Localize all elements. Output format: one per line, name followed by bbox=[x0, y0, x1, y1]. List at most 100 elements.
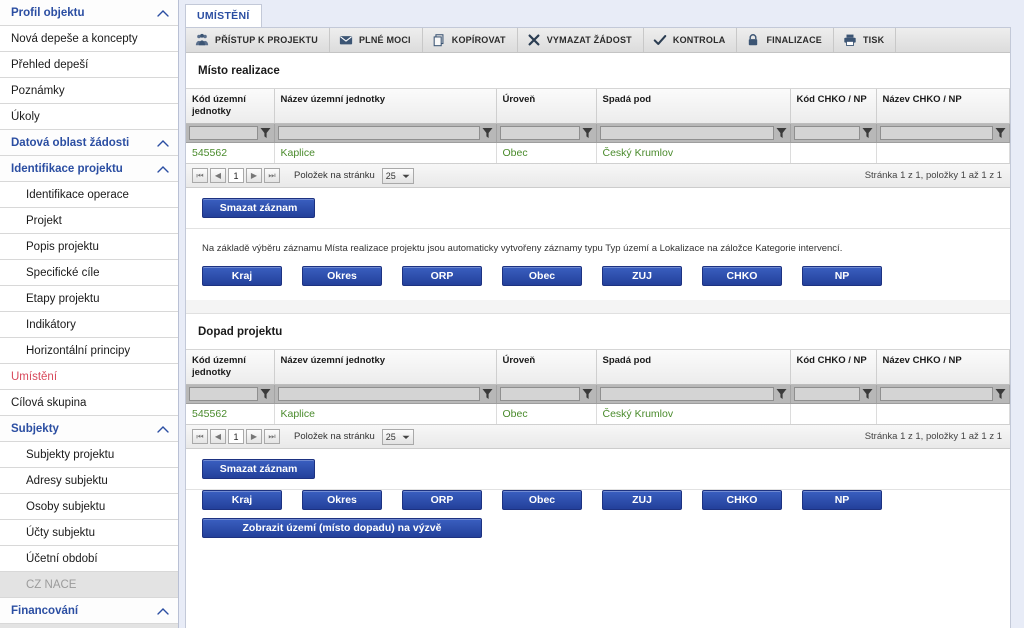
filter-input[interactable] bbox=[499, 126, 580, 140]
level-button-orp[interactable]: ORP bbox=[402, 490, 482, 510]
sidebar-item-19[interactable]: Osoby subjektu bbox=[0, 494, 178, 520]
column-header[interactable]: Kód územní jednotky bbox=[186, 89, 275, 124]
level-button-obec[interactable]: Obec bbox=[502, 266, 582, 286]
filter-icon[interactable] bbox=[776, 388, 787, 400]
filter-icon[interactable] bbox=[776, 127, 787, 139]
filter-icon[interactable] bbox=[862, 127, 873, 139]
sidebar-item-18[interactable]: Adresy subjektu bbox=[0, 468, 178, 494]
table-row[interactable]: 545562 Kaplice Obec Český Krumlov bbox=[186, 403, 1010, 425]
sidebar-item-3[interactable]: Poznámky bbox=[0, 78, 178, 104]
per-page-select[interactable]: 25 bbox=[381, 167, 414, 184]
filter-icon[interactable] bbox=[862, 388, 873, 400]
column-header[interactable]: Spadá pod bbox=[596, 350, 791, 385]
level-button-okres[interactable]: Okres bbox=[302, 490, 382, 510]
sidebar-item-24[interactable]: Přehled zdrojů financování bbox=[0, 624, 178, 628]
toolbar-button-check[interactable]: KONTROLA bbox=[644, 28, 738, 52]
sidebar-item-17[interactable]: Subjekty projektu bbox=[0, 442, 178, 468]
smazat-zaznam-button-2[interactable]: Smazat záznam bbox=[202, 459, 315, 479]
column-header[interactable]: Kód CHKO / NP bbox=[790, 89, 877, 124]
sidebar-item-2[interactable]: Přehled depeší bbox=[0, 52, 178, 78]
toolbar-button-x-mark[interactable]: VYMAZAT ŽÁDOST bbox=[518, 28, 644, 52]
level-button-np[interactable]: NP bbox=[802, 266, 882, 286]
chevron-up-icon[interactable] bbox=[157, 9, 169, 17]
level-button-obec[interactable]: Obec bbox=[502, 490, 582, 510]
sidebar-item-10[interactable]: Specifické cíle bbox=[0, 260, 178, 286]
filter-icon[interactable] bbox=[482, 127, 493, 139]
filter-icon[interactable] bbox=[260, 127, 271, 139]
filter-input[interactable] bbox=[879, 387, 993, 401]
toolbar-button-printer[interactable]: TISK bbox=[834, 28, 897, 52]
level-button-zuj[interactable]: ZUJ bbox=[602, 266, 682, 286]
filter-input[interactable] bbox=[277, 387, 480, 401]
toolbar-button-lock[interactable]: FINALIZACE bbox=[737, 28, 834, 52]
pager-prev-button[interactable]: ◀ bbox=[210, 429, 226, 444]
column-header[interactable]: Úroveň bbox=[496, 350, 597, 385]
level-button-kraj[interactable]: Kraj bbox=[202, 266, 282, 286]
pager-first-button[interactable]: ⏮ bbox=[192, 168, 208, 183]
toolbar-button-envelope[interactable]: PLNÉ MOCI bbox=[330, 28, 423, 52]
column-header[interactable]: Název CHKO / NP bbox=[876, 350, 1010, 385]
filter-input[interactable] bbox=[499, 387, 580, 401]
filter-icon[interactable] bbox=[995, 127, 1006, 139]
column-header[interactable]: Úroveň bbox=[496, 89, 597, 124]
sidebar-item-6[interactable]: Identifikace projektu bbox=[0, 156, 178, 182]
sidebar-item-15[interactable]: Cílová skupina bbox=[0, 390, 178, 416]
sidebar-item-23[interactable]: Financování bbox=[0, 598, 178, 624]
sidebar-item-7[interactable]: Identifikace operace bbox=[0, 182, 178, 208]
level-button-orp[interactable]: ORP bbox=[402, 266, 482, 286]
column-header[interactable]: Název územní jednotky bbox=[274, 89, 497, 124]
pager-page-number[interactable]: 1 bbox=[228, 429, 244, 444]
filter-input[interactable] bbox=[599, 126, 774, 140]
level-button-np[interactable]: NP bbox=[802, 490, 882, 510]
level-button-chko[interactable]: CHKO bbox=[702, 490, 782, 510]
column-header[interactable]: Název CHKO / NP bbox=[876, 89, 1010, 124]
smazat-zaznam-button-1[interactable]: Smazat záznam bbox=[202, 198, 315, 218]
sidebar-item-13[interactable]: Horizontální principy bbox=[0, 338, 178, 364]
pager-last-button[interactable]: ⏭ bbox=[264, 429, 280, 444]
filter-input[interactable] bbox=[879, 126, 993, 140]
filter-icon[interactable] bbox=[582, 388, 593, 400]
sidebar-item-21[interactable]: Účetní období bbox=[0, 546, 178, 572]
filter-input[interactable] bbox=[189, 387, 258, 401]
filter-icon[interactable] bbox=[995, 388, 1006, 400]
toolbar-button-copy[interactable]: KOPÍROVAT bbox=[423, 28, 518, 52]
column-header[interactable]: Kód CHKO / NP bbox=[790, 350, 877, 385]
pager-last-button[interactable]: ⏭ bbox=[264, 168, 280, 183]
filter-input[interactable] bbox=[189, 126, 258, 140]
sidebar-item-9[interactable]: Popis projektu bbox=[0, 234, 178, 260]
pager-next-button[interactable]: ▶ bbox=[246, 429, 262, 444]
level-button-kraj[interactable]: Kraj bbox=[202, 490, 282, 510]
column-header[interactable]: Spadá pod bbox=[596, 89, 791, 124]
filter-icon[interactable] bbox=[582, 127, 593, 139]
filter-input[interactable] bbox=[793, 126, 860, 140]
pager-next-button[interactable]: ▶ bbox=[246, 168, 262, 183]
level-button-chko[interactable]: CHKO bbox=[702, 266, 782, 286]
sidebar-item-14[interactable]: Umístění bbox=[0, 364, 178, 390]
tab-umisteni[interactable]: UMÍSTĚNÍ bbox=[185, 4, 262, 27]
chevron-up-icon[interactable] bbox=[157, 165, 169, 173]
filter-input[interactable] bbox=[599, 387, 774, 401]
sidebar-item-8[interactable]: Projekt bbox=[0, 208, 178, 234]
chevron-up-icon[interactable] bbox=[157, 425, 169, 433]
filter-icon[interactable] bbox=[260, 388, 271, 400]
sidebar-item-20[interactable]: Účty subjektu bbox=[0, 520, 178, 546]
column-header[interactable]: Kód územní jednotky bbox=[186, 350, 275, 385]
sidebar-item-5[interactable]: Datová oblast žádosti bbox=[0, 130, 178, 156]
sidebar-item-12[interactable]: Indikátory bbox=[0, 312, 178, 338]
pager-page-number[interactable]: 1 bbox=[228, 168, 244, 183]
per-page-select[interactable]: 25 bbox=[381, 428, 414, 445]
toolbar-button-users[interactable]: PŘÍSTUP K PROJEKTU bbox=[186, 28, 330, 52]
column-header[interactable]: Název územní jednotky bbox=[274, 350, 497, 385]
sidebar-item-16[interactable]: Subjekty bbox=[0, 416, 178, 442]
filter-input[interactable] bbox=[277, 126, 480, 140]
sidebar-item-0[interactable]: Profil objektu bbox=[0, 0, 178, 26]
sidebar-item-22[interactable]: CZ NACE bbox=[0, 572, 178, 598]
table-row[interactable]: 545562 Kaplice Obec Český Krumlov bbox=[186, 142, 1010, 164]
level-button-okres[interactable]: Okres bbox=[302, 266, 382, 286]
filter-icon[interactable] bbox=[482, 388, 493, 400]
filter-input[interactable] bbox=[793, 387, 860, 401]
sidebar-item-1[interactable]: Nová depeše a koncepty bbox=[0, 26, 178, 52]
chevron-up-icon[interactable] bbox=[157, 607, 169, 615]
pager-prev-button[interactable]: ◀ bbox=[210, 168, 226, 183]
chevron-up-icon[interactable] bbox=[157, 139, 169, 147]
